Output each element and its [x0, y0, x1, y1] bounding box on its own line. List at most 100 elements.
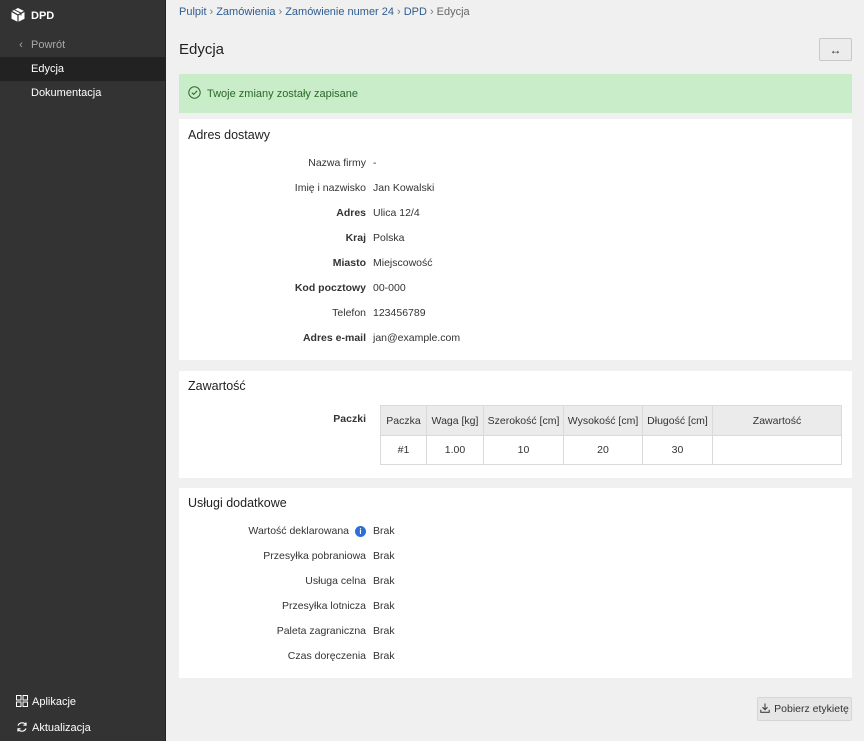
sidebar-item-aplikacje[interactable]: Aplikacje — [0, 690, 166, 714]
field-value: Brak — [373, 650, 395, 662]
service-row: Przesyłka lotnicza Brak — [179, 598, 852, 614]
column-header: Waga [kg] — [426, 405, 484, 436]
field-label: Telefon — [332, 307, 366, 319]
field-value: Miejscowość — [373, 257, 433, 269]
breadcrumb-separator: › — [278, 6, 283, 18]
breadcrumb-current: Edycja — [436, 6, 470, 18]
address-row: Adres Ulica 12/4 — [179, 205, 852, 221]
breadcrumb-link-dpd[interactable]: DPD — [404, 6, 427, 18]
back-link[interactable]: ‹ Powrót — [0, 33, 166, 57]
field-value: 00-000 — [373, 282, 406, 294]
field-value: Brak — [373, 625, 395, 637]
field-label: Kod pocztowy — [294, 282, 366, 294]
field-value: Brak — [373, 525, 395, 537]
field-value: Ulica 12/4 — [373, 207, 420, 219]
service-row: Wartość deklarowana i Brak — [179, 523, 852, 539]
address-title: Adres dostawy — [188, 128, 270, 142]
sidebar-item-edycja[interactable]: Edycja — [0, 57, 166, 81]
breadcrumb-link-zamowienia[interactable]: Zamówienia — [216, 6, 275, 18]
page-title: Edycja — [179, 41, 225, 58]
address-row: Adres e-mail jan@example.com — [179, 330, 852, 346]
sidebar-item-label: Aplikacje — [32, 696, 77, 708]
table-cell: 30 — [642, 435, 713, 465]
breadcrumb-link-zamowienie[interactable]: Zamówienie numer 24 — [285, 6, 394, 18]
field-value: - — [373, 157, 377, 169]
column-header: Długość [cm] — [642, 405, 713, 436]
field-label: Przesyłka lotnicza — [281, 600, 366, 612]
field-label: Adres e-mail — [302, 332, 366, 344]
field-label: Imię i nazwisko — [294, 182, 366, 194]
grid-icon — [16, 694, 32, 710]
table-cell — [712, 435, 842, 465]
brand[interactable]: DPD — [10, 7, 54, 25]
services-title: Usługi dodatkowe — [188, 496, 287, 510]
field-value: Brak — [373, 550, 395, 562]
content-card: Zawartość Paczki Paczka Waga [kg] Szerok… — [179, 371, 852, 478]
back-label: Powrót — [31, 39, 66, 51]
service-row: Czas doręczenia Brak — [179, 648, 852, 664]
sidebar-item-label: Edycja — [31, 63, 65, 75]
info-icon[interactable]: i — [355, 525, 366, 537]
field-value: Brak — [373, 575, 395, 587]
download-label: Pobierz etykietę — [774, 703, 849, 715]
refresh-icon — [16, 721, 32, 736]
field-label: Nazwa firmy — [308, 157, 366, 169]
sidebar-item-label: Aktualizacja — [32, 722, 91, 734]
arrows-horizontal-icon: ↔ — [829, 42, 842, 57]
field-value: Brak — [373, 600, 395, 612]
toggle-width-button[interactable]: ↔ — [819, 38, 852, 61]
field-label: Kraj — [345, 232, 366, 244]
table-cell: 1.00 — [426, 435, 484, 465]
table-row: #1 1.00 10 20 30 — [380, 435, 842, 465]
field-label: Czas doręczenia — [287, 650, 366, 662]
address-row: Kraj Polska — [179, 230, 852, 246]
address-row: Imię i nazwisko Jan Kowalski — [179, 180, 852, 196]
table-cell: 20 — [563, 435, 643, 465]
address-row: Telefon 123456789 — [179, 305, 852, 321]
field-label: Usługa celna — [305, 575, 366, 587]
sidebar: DPD ‹ Powrót Edycja Dokumentacja Aplikac… — [0, 0, 166, 741]
alert-text: Twoje zmiany zostały zapisane — [207, 87, 359, 100]
sidebar-item-label: Dokumentacja — [31, 87, 102, 99]
breadcrumb: Pulpit › Zamówienia › Zamówienie numer 24 › DP… — [179, 6, 470, 18]
packages-label: Paczki — [333, 413, 366, 425]
download-label-button[interactable]: Pobierz etykietę — [757, 697, 852, 721]
table-cell: #1 — [380, 435, 427, 465]
field-label: Paleta zagraniczna — [276, 625, 366, 637]
column-header: Szerokość [cm] — [483, 405, 564, 436]
address-row: Miasto Miejscowość — [179, 255, 852, 271]
chevron-left-icon: ‹ — [19, 39, 23, 51]
services-card: Usługi dodatkowe Wartość deklarowana i Br… — [179, 488, 852, 678]
address-row: Kod pocztowy 00-000 — [179, 280, 852, 296]
breadcrumb-link-pulpit[interactable]: Pulpit — [179, 6, 207, 18]
column-header: Wysokość [cm] — [563, 405, 643, 436]
brand-name: DPD — [31, 10, 55, 22]
field-value: Jan Kowalski — [373, 182, 435, 194]
field-value: Polska — [373, 232, 405, 244]
field-label: Adres — [336, 207, 366, 219]
sidebar-item-aktualizacja[interactable]: Aktualizacja — [0, 716, 166, 740]
download-icon — [760, 703, 774, 716]
address-row: Nazwa firmy - — [179, 155, 852, 171]
breadcrumb-separator: › — [429, 6, 434, 18]
field-label-text: Wartość deklarowana — [248, 525, 349, 537]
field-value: jan@example.com — [373, 332, 461, 344]
field-label: Wartość deklarowana i — [179, 525, 373, 537]
breadcrumb-separator: › — [209, 6, 214, 18]
dpd-logo-icon — [10, 7, 26, 26]
address-card: Adres dostawy Nazwa firmy - Imię i nazwi… — [179, 119, 852, 360]
service-row: Paleta zagraniczna Brak — [179, 623, 852, 639]
breadcrumb-separator: › — [397, 6, 401, 18]
field-value: 123456789 — [373, 307, 426, 319]
sidebar-item-dokumentacja[interactable]: Dokumentacja — [0, 81, 166, 105]
column-header: Paczka — [380, 405, 427, 436]
check-circle-icon — [188, 85, 207, 102]
success-alert: Twoje zmiany zostały zapisane — [179, 74, 852, 113]
field-label: Przesyłka pobraniowa — [263, 550, 366, 562]
service-row: Usługa celna Brak — [179, 573, 852, 589]
content-title: Zawartość — [188, 379, 246, 393]
packages-table: Paczka Waga [kg] Szerokość [cm] Wysokość… — [380, 405, 842, 465]
field-label: Miasto — [332, 257, 366, 269]
service-row: Przesyłka pobraniowa Brak — [179, 548, 852, 564]
main-content: Pulpit › Zamówienia › Zamówienie numer 24 › DP… — [166, 0, 864, 741]
